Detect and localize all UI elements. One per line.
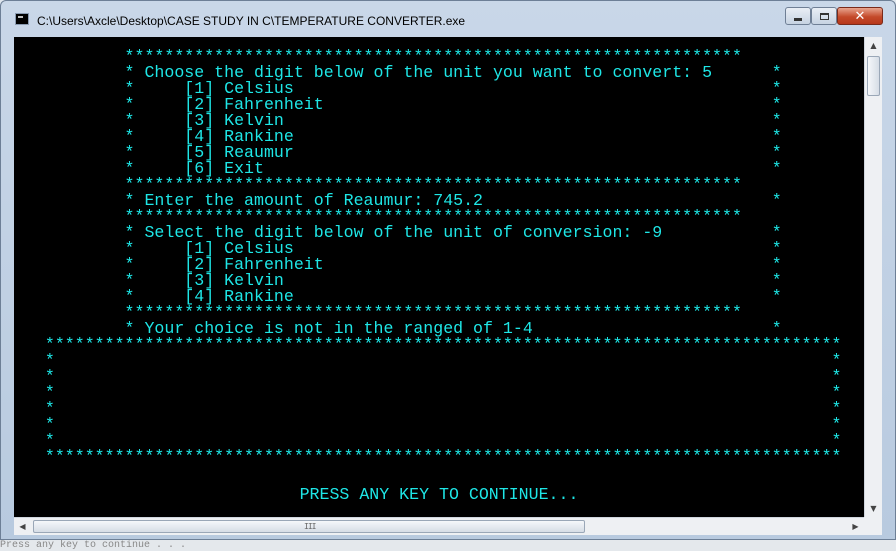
vertical-scrollbar[interactable]: ▲ ▼ [864, 37, 882, 517]
console-output-area[interactable]: ****************************************… [14, 37, 864, 517]
scroll-down-icon[interactable]: ▼ [865, 500, 882, 517]
horizontal-scroll-thumb[interactable]: III [33, 520, 585, 533]
continue-prompt: PRESS ANY KEY TO CONTINUE... [299, 485, 579, 504]
maximize-button[interactable] [811, 7, 837, 25]
scroll-right-icon[interactable]: ▶ [847, 518, 864, 535]
minimize-icon [794, 17, 802, 21]
minimize-button[interactable] [785, 7, 811, 25]
console-text: ****************************************… [15, 48, 842, 466]
resize-corner[interactable] [864, 517, 882, 535]
maximize-icon [819, 12, 829, 20]
close-icon: ✕ [854, 8, 866, 24]
title-bar[interactable]: C:\Users\Axcle\Desktop\CASE STUDY IN C\T… [1, 1, 895, 37]
window-title: C:\Users\Axcle\Desktop\CASE STUDY IN C\T… [37, 14, 466, 28]
console-app-icon[interactable] [15, 13, 29, 25]
scroll-left-icon[interactable]: ◀ [14, 518, 31, 535]
scroll-grip-icon: III [304, 522, 316, 531]
horizontal-scrollbar[interactable]: ◀ III ▶ [14, 517, 864, 535]
close-button[interactable]: ✕ [837, 7, 883, 25]
vertical-scroll-thumb[interactable] [867, 56, 880, 96]
background-window-text: Press any key to continue . . . [0, 540, 896, 551]
console-line: ****************************************… [44, 447, 842, 466]
scroll-up-icon[interactable]: ▲ [865, 37, 882, 54]
